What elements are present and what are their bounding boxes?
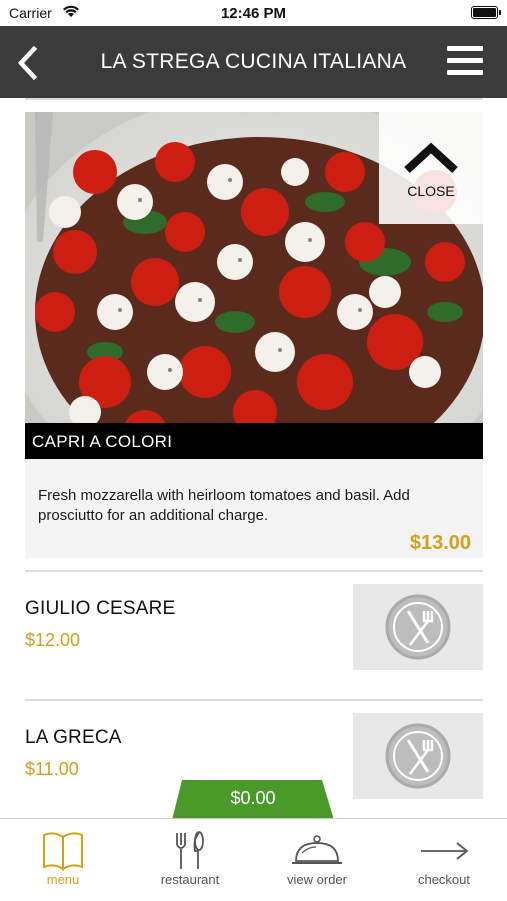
divider [25, 98, 483, 100]
fork-knife-icon [385, 594, 451, 660]
arrow-right-icon [421, 842, 469, 860]
fork-knife-icon [385, 723, 451, 789]
clock: 12:46 PM [220, 5, 287, 22]
cart-total-button[interactable]: $0.00 [172, 780, 334, 820]
item-thumbnail [353, 584, 483, 670]
tab-label: view order [287, 872, 347, 887]
item-description: Fresh mozzarella with heirloom tomatoes … [38, 487, 410, 524]
menu-list[interactable]: CLOSE CAPRI A COLORI Fresh mozzarella wi… [0, 98, 507, 818]
divider [25, 570, 483, 572]
menu-line [447, 46, 483, 51]
chevron-up-icon [404, 142, 458, 173]
status-bar: Carrier 12:46 PM [0, 0, 507, 26]
fork-knife-icon [176, 831, 204, 869]
chevron-left-icon [17, 45, 38, 81]
back-button[interactable] [14, 45, 44, 81]
item-name: LA GRECA [25, 727, 122, 748]
item-thumbnail [353, 713, 483, 799]
item-price: $12.00 [25, 630, 81, 650]
nav-bar: LA STREGA CUCINA ITALIANA [0, 26, 507, 98]
close-label: CLOSE [407, 183, 455, 199]
book-icon [43, 832, 83, 871]
battery-icon [471, 6, 501, 19]
hamburger-menu-button[interactable] [447, 46, 483, 78]
tab-bar: menu restaurant view order checkout [0, 818, 507, 900]
menu-line [447, 70, 483, 75]
expanded-menu-item[interactable]: CLOSE CAPRI A COLORI Fresh mozzarella wi… [25, 112, 483, 558]
list-item[interactable]: GIULIO CESARE $12.00 [25, 584, 483, 674]
food-photo: CLOSE CAPRI A COLORI [25, 112, 483, 459]
tab-menu[interactable]: menu [0, 819, 126, 901]
tab-checkout[interactable]: checkout [381, 819, 507, 901]
tab-view-order[interactable]: view order [254, 819, 380, 901]
item-name: GIULIO CESARE [25, 598, 176, 619]
page-title: LA STREGA CUCINA ITALIANA [100, 50, 407, 73]
menu-line [447, 58, 483, 63]
item-price: $11.00 [25, 759, 79, 779]
tab-restaurant[interactable]: restaurant [127, 819, 253, 901]
divider [25, 699, 483, 701]
cart-total: $0.00 [230, 788, 276, 808]
tab-label: checkout [417, 872, 471, 887]
tab-label: menu [46, 872, 80, 887]
cloche-icon [292, 835, 342, 864]
close-button[interactable]: CLOSE [379, 112, 483, 224]
tab-label: restaurant [160, 872, 220, 887]
item-name: CAPRI A COLORI [25, 423, 483, 459]
item-price: $13.00 [409, 532, 471, 554]
